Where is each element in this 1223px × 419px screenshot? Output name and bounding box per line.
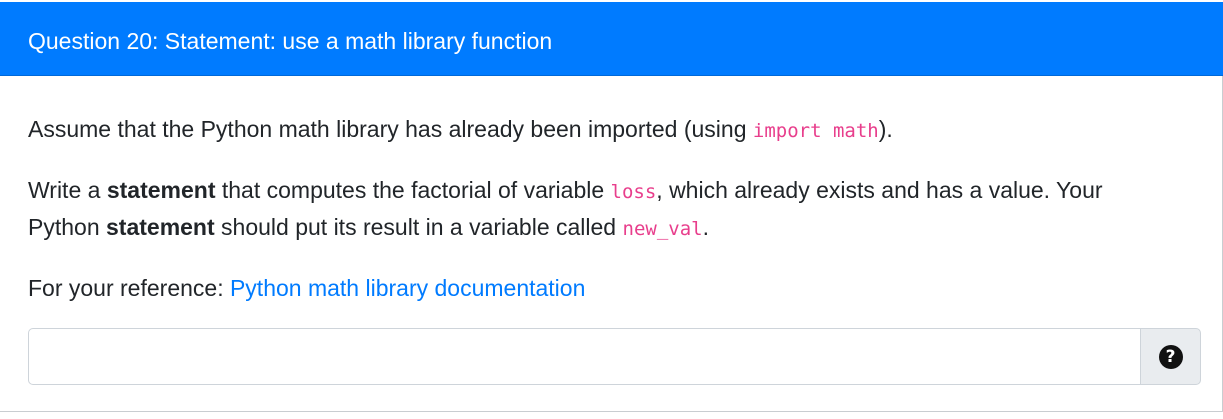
- text: .: [702, 214, 709, 240]
- text: Assume that the Python math library has …: [28, 116, 753, 142]
- question-title: Question 20: Statement: use a math libra…: [28, 28, 553, 54]
- question-header: Question 20: Statement: use a math libra…: [0, 2, 1223, 76]
- bold-term: statement: [106, 214, 215, 240]
- inline-code: new_val: [622, 218, 703, 240]
- question-circle-icon: ?: [1158, 344, 1183, 369]
- math-docs-link[interactable]: Python math library documentation: [230, 275, 585, 301]
- reference-paragraph: For your reference: Python math library …: [28, 270, 585, 307]
- instruction-paragraph-1: Assume that the Python math library has …: [28, 111, 893, 150]
- text: Write a: [28, 177, 107, 203]
- reference-label: For your reference:: [28, 275, 230, 301]
- answer-input-group: ?: [28, 328, 1201, 385]
- inline-code: loss: [610, 181, 657, 203]
- answer-input[interactable]: [28, 328, 1141, 385]
- bold-term: statement: [106, 177, 216, 203]
- text: ).: [878, 116, 893, 142]
- instruction-paragraph-2-line-2: Python statement should put its result i…: [28, 209, 709, 248]
- text: Python: [28, 214, 106, 240]
- inline-code: import math: [752, 120, 879, 142]
- question-card: Question 20: Statement: use a math libra…: [0, 2, 1223, 412]
- text: should put its result in a variable call…: [214, 214, 623, 240]
- text: that computes the factorial of variable: [215, 177, 611, 203]
- help-button[interactable]: ?: [1140, 328, 1201, 385]
- instruction-paragraph-2-line-1: Write a statement that computes the fact…: [28, 172, 1103, 211]
- text: , which already exists and has a value. …: [656, 177, 1103, 203]
